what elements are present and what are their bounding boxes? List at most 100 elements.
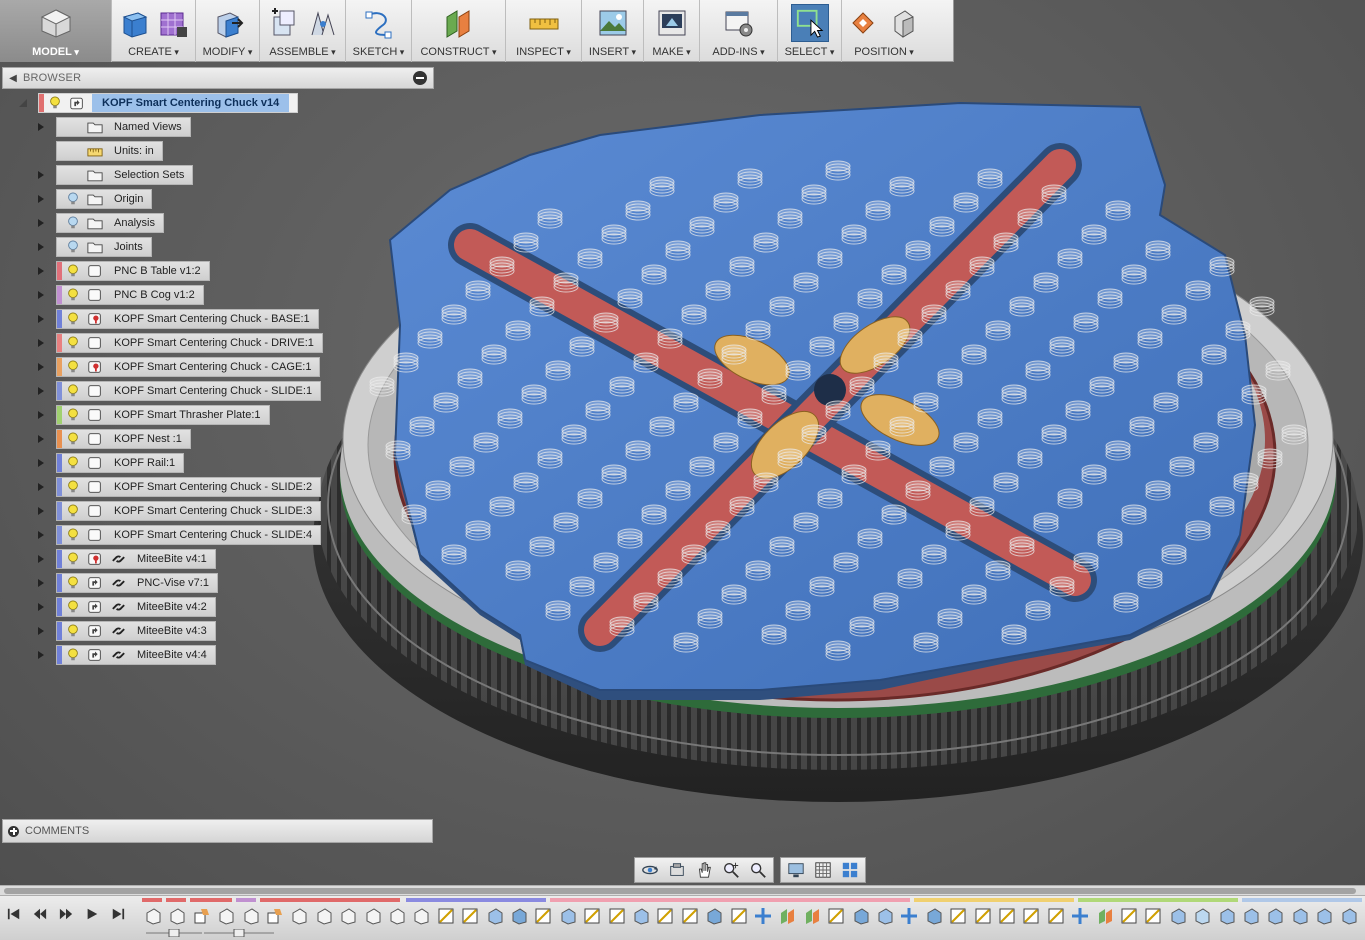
expand-arrow-icon[interactable]	[36, 554, 46, 564]
visibility-bulb-icon[interactable]	[65, 407, 81, 423]
step-forward-icon[interactable]	[82, 904, 102, 924]
select-menu[interactable]: SELECT	[778, 0, 842, 62]
expand-arrow-icon[interactable]	[36, 482, 46, 492]
browser-root-node[interactable]: KOPF Smart Centering Chuck v14	[18, 93, 299, 113]
timeline-feature-plane-icon[interactable]	[803, 907, 821, 925]
timeline-feature-sketch-icon[interactable]	[1144, 907, 1162, 925]
timeline-feature-sketch-icon[interactable]	[656, 907, 674, 925]
browser-item-kopf-smart-centering-chuck-slide-1[interactable]: KOPF Smart Centering Chuck - SLIDE:1	[36, 381, 322, 401]
timeline-feature-extrude-icon[interactable]	[559, 907, 577, 925]
expand-arrow-icon[interactable]	[36, 290, 46, 300]
timeline-feature-sketch-icon[interactable]	[681, 907, 699, 925]
browser-item-joints[interactable]: Joints	[36, 237, 152, 257]
visibility-bulb-icon[interactable]	[65, 383, 81, 399]
workspace-model-button[interactable]: MODEL	[0, 0, 112, 62]
timeline-feature-extrude-icon[interactable]	[1169, 907, 1187, 925]
expand-arrow-icon[interactable]	[36, 122, 46, 132]
timeline-feature-extrude-icon[interactable]	[632, 907, 650, 925]
timeline-feature-component-icon[interactable]	[364, 907, 382, 925]
browser-item-pnc-b-cog-v1-2[interactable]: PNC B Cog v1:2	[36, 285, 204, 305]
visibility-bulb-icon[interactable]	[65, 335, 81, 351]
timeline-feature-extrude-icon[interactable]	[1266, 907, 1284, 925]
timeline-feature-sketch-icon[interactable]	[437, 907, 455, 925]
timeline-feature-cylinder-icon[interactable]	[1193, 907, 1211, 925]
browser-item-miteebite-v4-4[interactable]: MiteeBite v4:4	[36, 645, 216, 665]
browser-node-pill[interactable]: KOPF Smart Centering Chuck - DRIVE:1	[56, 333, 323, 353]
timeline-marker[interactable]	[146, 928, 202, 938]
browser-item-kopf-smart-thrasher-plate-1[interactable]: KOPF Smart Thrasher Plate:1	[36, 405, 270, 425]
grid-icon[interactable]	[812, 860, 834, 880]
add-comment-icon[interactable]	[8, 825, 19, 837]
visibility-bulb-icon[interactable]	[65, 647, 81, 663]
browser-node-pill[interactable]: KOPF Smart Centering Chuck - CAGE:1	[56, 357, 321, 377]
browser-node-pill[interactable]: PNC-Vise v7:1	[56, 573, 218, 593]
visibility-bulb-icon[interactable]	[65, 551, 81, 567]
expand-arrow-icon[interactable]	[36, 530, 46, 540]
browser-item-kopf-smart-centering-chuck-drive-1[interactable]: KOPF Smart Centering Chuck - DRIVE:1	[36, 333, 323, 353]
zoom-window-icon[interactable]	[747, 860, 769, 880]
expand-arrow-icon[interactable]	[36, 362, 46, 372]
timeline-feature-move-icon[interactable]	[754, 907, 772, 925]
browser-node-pill[interactable]: Named Views	[56, 117, 191, 137]
browser-item-units-in[interactable]: Units: in	[36, 141, 163, 161]
expand-arrow-icon[interactable]	[36, 458, 46, 468]
timeline-feature-component-icon[interactable]	[339, 907, 357, 925]
timeline-feature-sketch-icon[interactable]	[1047, 907, 1065, 925]
browser-node-pill[interactable]: MiteeBite v4:3	[56, 621, 216, 641]
timeline-feature-component-icon[interactable]	[290, 907, 308, 925]
browser-node-pill[interactable]: MiteeBite v4:1	[56, 549, 216, 569]
browser-item-analysis[interactable]: Analysis	[36, 213, 164, 233]
visibility-bulb-icon[interactable]	[65, 455, 81, 471]
expand-arrow-icon[interactable]	[36, 194, 46, 204]
timeline-feature-move-icon[interactable]	[1071, 907, 1089, 925]
visibility-bulb-icon[interactable]	[65, 527, 81, 543]
timeline-feature-component-icon[interactable]	[168, 907, 186, 925]
visibility-bulb-icon[interactable]	[65, 479, 81, 495]
browser-node-pill[interactable]: KOPF Smart Centering Chuck - SLIDE:4	[56, 525, 322, 545]
timeline-feature-sketch-icon[interactable]	[583, 907, 601, 925]
expand-arrow-icon[interactable]	[36, 218, 46, 228]
browser-item-kopf-smart-centering-chuck-base-1[interactable]: KOPF Smart Centering Chuck - BASE:1	[36, 309, 319, 329]
browser-node-pill[interactable]: KOPF Smart Centering Chuck - SLIDE:3	[56, 501, 322, 521]
position-menu[interactable]: POSITION	[842, 0, 926, 62]
timeline-feature-component-icon[interactable]	[388, 907, 406, 925]
make-menu[interactable]: MAKE	[644, 0, 700, 62]
visibility-bulb-icon[interactable]	[65, 599, 81, 615]
look-at-icon[interactable]	[666, 860, 688, 880]
visibility-bulb-icon[interactable]	[65, 263, 81, 279]
skip-to-start-icon[interactable]	[4, 904, 24, 924]
root-node-pill[interactable]: KOPF Smart Centering Chuck v14	[38, 93, 299, 113]
expand-arrow-icon[interactable]	[36, 506, 46, 516]
browser-item-kopf-smart-centering-chuck-slide-3[interactable]: KOPF Smart Centering Chuck - SLIDE:3	[36, 501, 322, 521]
skip-to-end-icon[interactable]	[108, 904, 128, 924]
browser-item-miteebite-v4-3[interactable]: MiteeBite v4:3	[36, 621, 216, 641]
timeline-feature-joint-icon[interactable]	[193, 907, 211, 925]
browser-header[interactable]: ◀ BROWSER	[2, 67, 434, 89]
browser-collapse-icon[interactable]	[413, 71, 427, 85]
timeline-feature-extrude-icon[interactable]	[1315, 907, 1333, 925]
timeline-feature-revolve-icon[interactable]	[925, 907, 943, 925]
orbit-icon[interactable]	[639, 860, 661, 880]
timeline-feature-component-icon[interactable]	[412, 907, 430, 925]
timeline-feature-sketch-icon[interactable]	[827, 907, 845, 925]
timeline-feature-extrude-icon[interactable]	[1291, 907, 1309, 925]
browser-item-kopf-smart-centering-chuck-slide-2[interactable]: KOPF Smart Centering Chuck - SLIDE:2	[36, 477, 322, 497]
browser-item-named-views[interactable]: Named Views	[36, 117, 191, 137]
expand-arrow-icon[interactable]	[36, 434, 46, 444]
timeline-feature-joint-icon[interactable]	[266, 907, 284, 925]
browser-item-pnc-b-table-v1-2[interactable]: PNC B Table v1:2	[36, 261, 210, 281]
expand-arrow-icon[interactable]	[36, 266, 46, 276]
visibility-bulb-icon[interactable]	[65, 503, 81, 519]
visibility-bulb-icon[interactable]	[65, 287, 81, 303]
expand-arrow-icon[interactable]	[36, 650, 46, 660]
timeline-feature-sketch-icon[interactable]	[461, 907, 479, 925]
browser-item-selection-sets[interactable]: Selection Sets	[36, 165, 194, 185]
display-settings-icon[interactable]	[785, 860, 807, 880]
visibility-bulb-icon[interactable]	[65, 191, 81, 207]
zoom-icon[interactable]	[720, 860, 742, 880]
inspect-menu[interactable]: INSPECT	[506, 0, 582, 62]
browser-item-kopf-smart-centering-chuck-cage-1[interactable]: KOPF Smart Centering Chuck - CAGE:1	[36, 357, 321, 377]
visibility-bulb-icon[interactable]	[65, 359, 81, 375]
sketch-menu[interactable]: SKETCH	[346, 0, 412, 62]
browser-item-pnc-vise-v7-1[interactable]: PNC-Vise v7:1	[36, 573, 218, 593]
